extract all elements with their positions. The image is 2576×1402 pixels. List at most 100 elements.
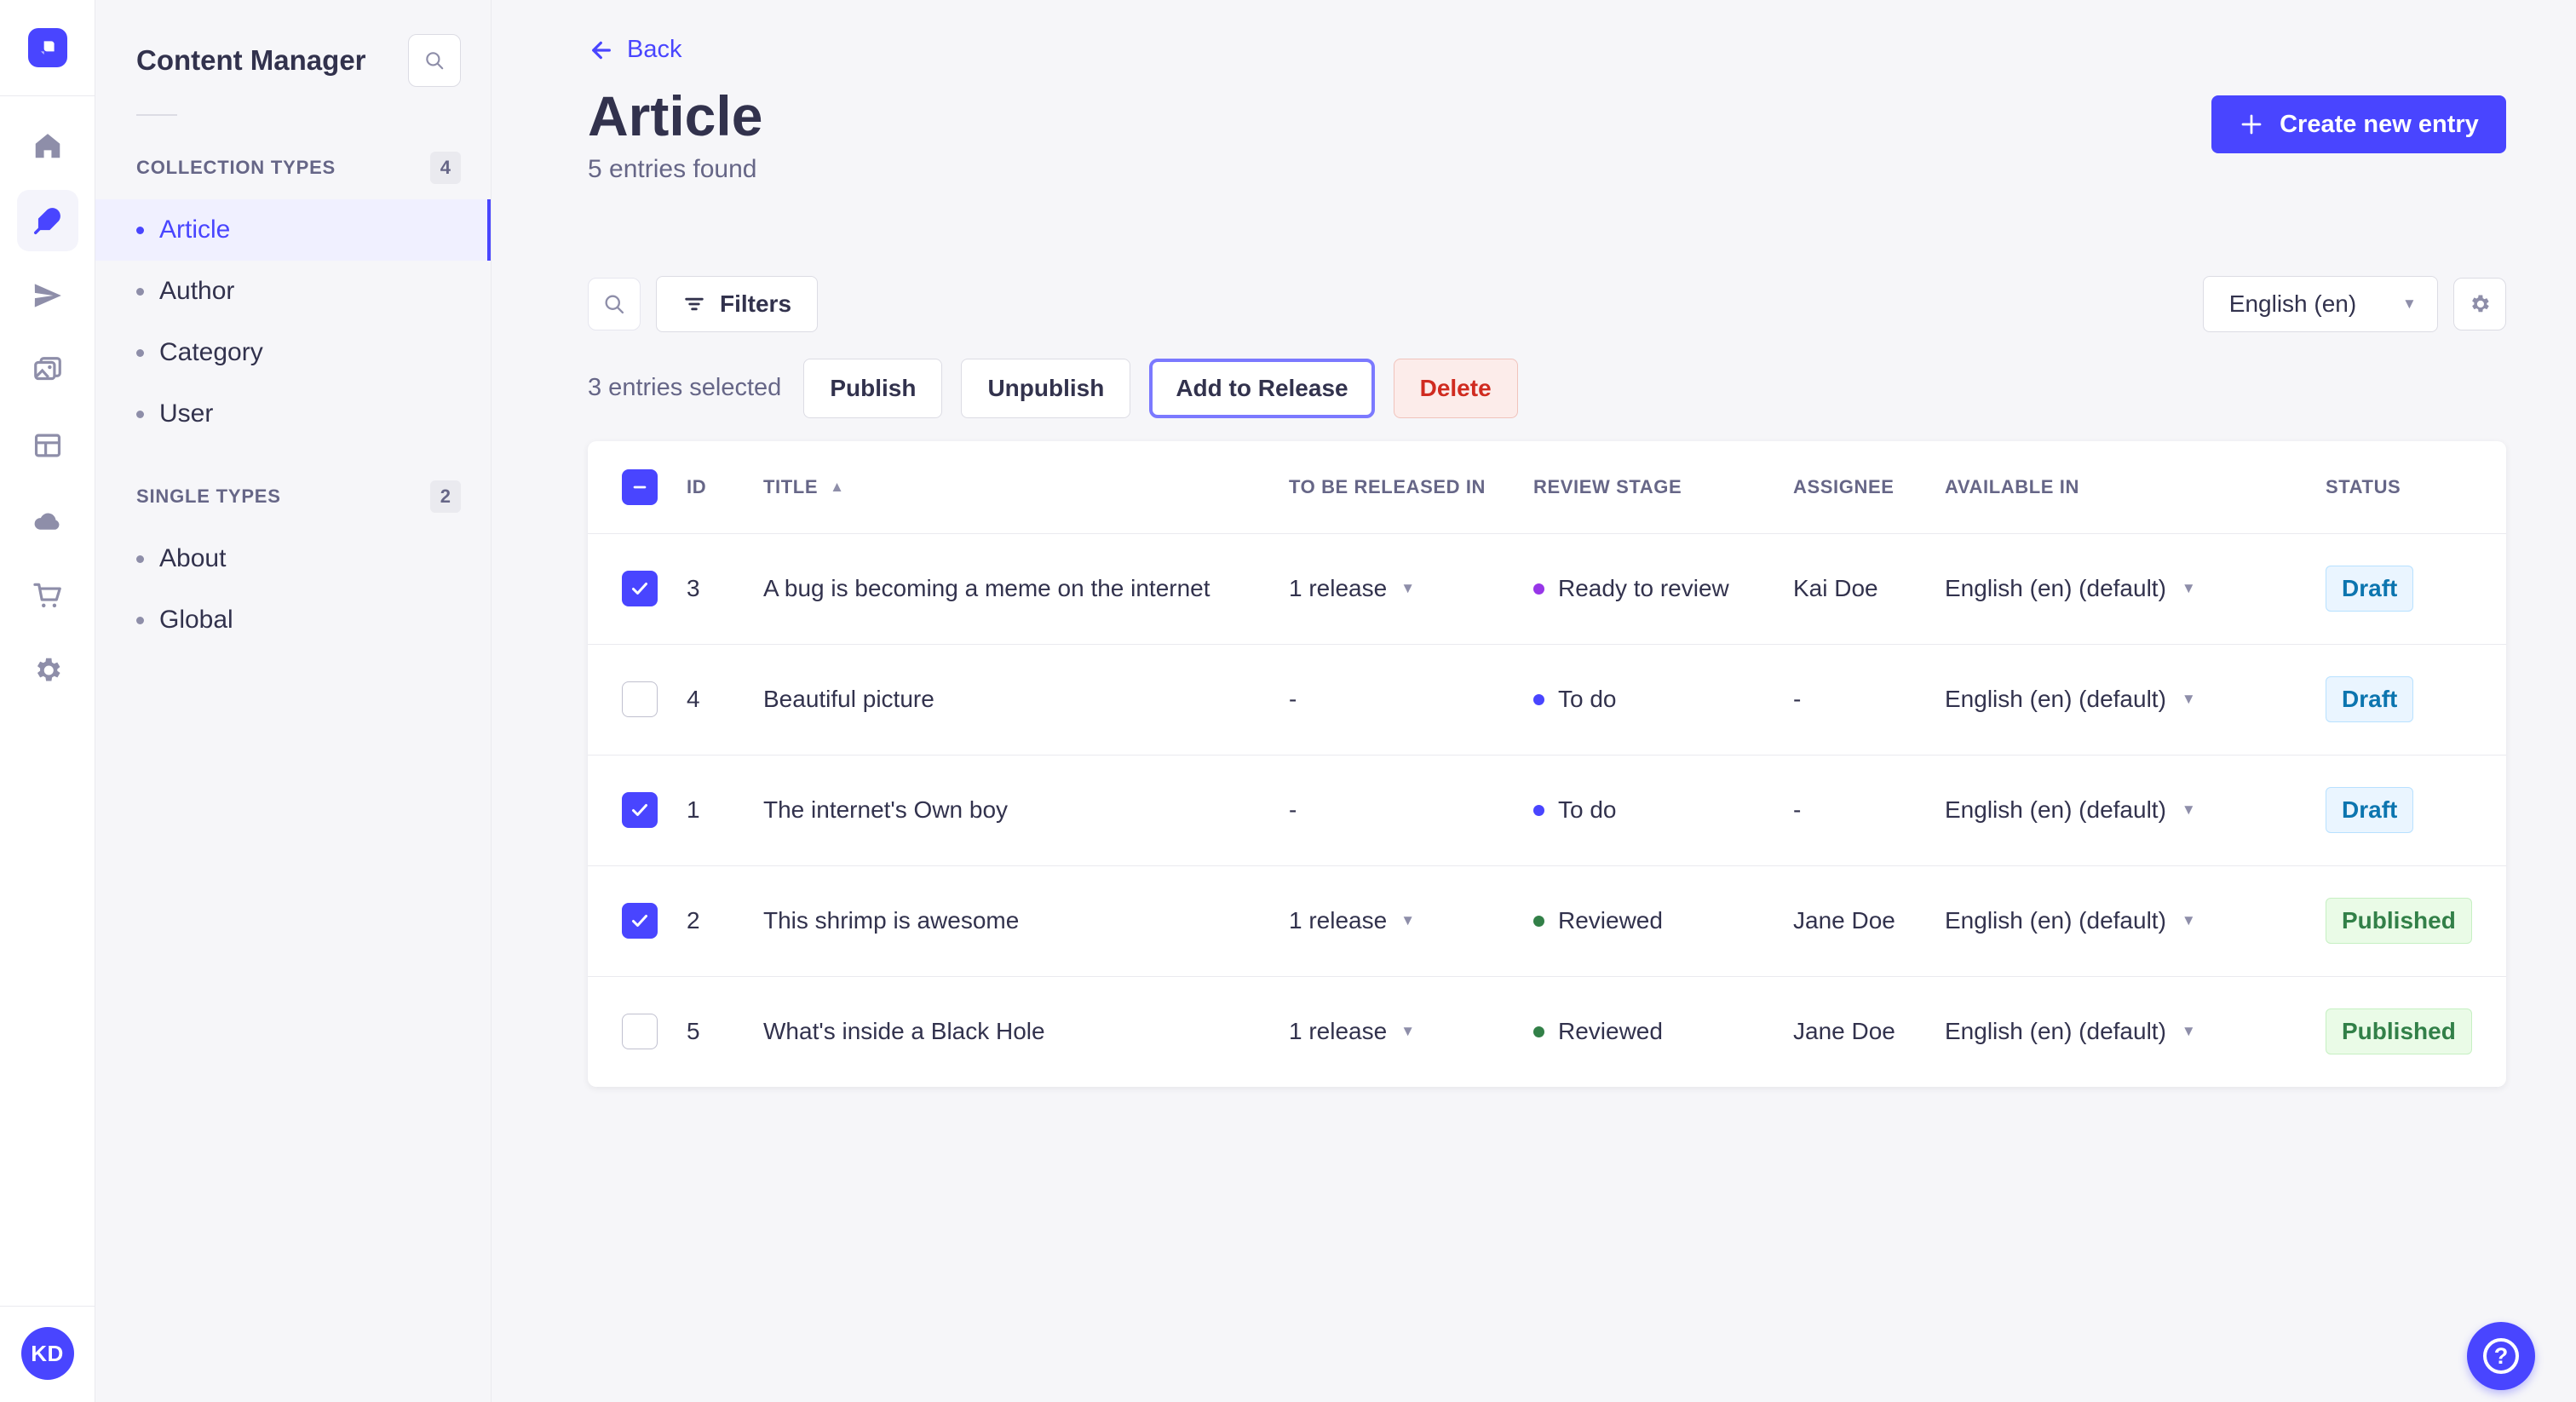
locale-select-value: English (en) xyxy=(2228,290,2357,317)
bullet-icon xyxy=(136,287,144,296)
arrow-left-icon xyxy=(592,41,611,59)
chevron-down-icon: ▼ xyxy=(2401,295,2417,312)
subnav-search-button[interactable] xyxy=(408,34,461,87)
subnav-item-article[interactable]: Article xyxy=(95,199,491,261)
locale-select[interactable]: English (en) ▼ xyxy=(2202,275,2438,332)
nav-releases-icon[interactable] xyxy=(17,265,78,326)
subnav-item-author[interactable]: Author xyxy=(95,261,491,322)
collection-types-section: COLLECTION TYPES 4 Article Author Catego… xyxy=(95,152,491,445)
column-header-to-be-released-in[interactable]: TO BE RELEASED IN xyxy=(1289,476,1533,498)
content-manager-subnav: Content Manager COLLECTION TYPES 4 Artic… xyxy=(95,0,492,1402)
cell-available-in[interactable]: English (en) (default) ▼ xyxy=(1945,1018,2326,1045)
cell-assignee: - xyxy=(1793,686,1802,712)
cell-available-in[interactable]: English (en) (default) ▼ xyxy=(1945,686,2326,713)
nav-cloud-icon[interactable] xyxy=(17,490,78,551)
cell-assignee: Jane Doe xyxy=(1793,1018,1895,1044)
row-checkbox[interactable] xyxy=(622,903,658,939)
strapi-logo-icon[interactable] xyxy=(27,28,67,67)
locale-caret-icon: ▼ xyxy=(2181,912,2196,928)
row-checkbox[interactable] xyxy=(622,571,658,606)
stage-dot xyxy=(1533,804,1544,816)
locale-caret-icon: ▼ xyxy=(2181,1023,2196,1039)
cell-release[interactable]: 1 release ▼ xyxy=(1289,907,1533,934)
cell-review-stage: To do xyxy=(1533,796,1793,824)
subnav-item-about[interactable]: About xyxy=(95,528,491,589)
row-checkbox[interactable] xyxy=(622,792,658,828)
stage-dot xyxy=(1533,693,1544,705)
cell-review-stage: To do xyxy=(1533,686,1793,713)
subnav-item-label: Global xyxy=(159,606,233,634)
bullet-icon xyxy=(136,616,144,624)
create-new-entry-button[interactable]: Create new entry xyxy=(2211,95,2506,153)
single-types-label: SINGLE TYPES xyxy=(136,486,281,507)
nav-content-manager-icon[interactable] xyxy=(16,190,78,251)
cell-available-in[interactable]: English (en) (default) ▼ xyxy=(1945,575,2326,602)
main-nav-rail: KD xyxy=(0,0,95,1402)
column-header-id[interactable]: ID xyxy=(687,476,763,498)
cell-review-stage: Reviewed xyxy=(1533,1018,1793,1045)
table-row[interactable]: 2 This shrimp is awesome 1 release ▼ Revi… xyxy=(588,865,2506,976)
nav-home-icon[interactable] xyxy=(17,115,78,176)
cell-release[interactable]: 1 release ▼ xyxy=(1289,575,1533,602)
rail-divider xyxy=(0,1306,95,1307)
locale-caret-icon: ▼ xyxy=(2181,691,2196,707)
cell-title: The internet's Own boy xyxy=(763,796,1009,823)
column-header-review-stage[interactable]: REVIEW STAGE xyxy=(1533,476,1793,498)
subnav-item-label: Category xyxy=(159,338,263,366)
subnav-item-label: User xyxy=(159,399,214,428)
column-header-title[interactable]: TITLE ▲ xyxy=(763,476,1289,498)
view-settings-button[interactable] xyxy=(2452,277,2506,330)
minus-icon xyxy=(633,486,647,488)
entries-table: ID TITLE ▲ TO BE RELEASED IN REVIEW STAGE… xyxy=(588,440,2506,1087)
list-search-button[interactable] xyxy=(588,277,641,330)
nav-marketplace-icon[interactable] xyxy=(17,565,78,626)
table-row[interactable]: 4 Beautiful picture -▼ To do - English (… xyxy=(588,643,2506,755)
column-header-status[interactable]: STATUS xyxy=(2326,476,2472,498)
cell-assignee: Kai Doe xyxy=(1793,575,1878,601)
user-avatar[interactable]: KD xyxy=(20,1327,74,1380)
select-all-checkbox[interactable] xyxy=(622,468,658,505)
table-row[interactable]: 3 A bug is becoming a meme on the intern… xyxy=(588,532,2506,644)
delete-button[interactable]: Delete xyxy=(1393,358,1518,418)
locale-caret-icon: ▼ xyxy=(2181,580,2196,596)
row-checkbox[interactable] xyxy=(622,681,658,717)
gear-icon xyxy=(2471,295,2489,312)
subnav-item-user[interactable]: User xyxy=(95,383,491,445)
cell-review-stage: Reviewed xyxy=(1533,907,1793,934)
subnav-item-category[interactable]: Category xyxy=(95,322,491,383)
subnav-item-global[interactable]: Global xyxy=(95,589,491,651)
status-badge: Draft xyxy=(2326,787,2414,833)
help-button[interactable]: ? xyxy=(2467,1322,2535,1390)
cell-assignee: - xyxy=(1793,796,1802,823)
nav-media-library-icon[interactable] xyxy=(17,340,78,401)
cell-id: 5 xyxy=(687,1018,700,1044)
table-header-row: ID TITLE ▲ TO BE RELEASED IN REVIEW STAGE… xyxy=(588,441,2506,533)
table-row[interactable]: 5 What's inside a Black Hole 1 release ▼ … xyxy=(588,975,2506,1087)
nav-settings-icon[interactable] xyxy=(17,640,78,701)
release-caret-icon: ▼ xyxy=(1400,912,1416,928)
table-row[interactable]: 1 The internet's Own boy -▼ To do - Engl… xyxy=(588,754,2506,865)
bullet-icon xyxy=(136,348,144,357)
publish-button[interactable]: Publish xyxy=(803,358,943,418)
cell-release[interactable]: -▼ xyxy=(1289,686,1533,713)
release-caret-icon: ▼ xyxy=(1400,580,1416,596)
status-badge: Draft xyxy=(2326,676,2414,722)
entries-count: 5 entries found xyxy=(588,154,757,183)
row-checkbox[interactable] xyxy=(622,1014,658,1049)
bullet-icon xyxy=(136,226,144,234)
single-types-section: SINGLE TYPES 2 About Global xyxy=(95,480,491,651)
add-to-release-button[interactable]: Add to Release xyxy=(1149,358,1375,418)
search-icon xyxy=(605,295,624,313)
cell-release[interactable]: 1 release ▼ xyxy=(1289,1018,1533,1045)
unpublish-button[interactable]: Unpublish xyxy=(961,358,1131,418)
cell-available-in[interactable]: English (en) (default) ▼ xyxy=(1945,907,2326,934)
nav-content-type-builder-icon[interactable] xyxy=(17,415,78,476)
cell-assignee: Jane Doe xyxy=(1793,907,1895,934)
filters-button[interactable]: Filters xyxy=(656,275,819,332)
cell-release[interactable]: -▼ xyxy=(1289,796,1533,824)
column-header-available-in[interactable]: AVAILABLE IN xyxy=(1945,476,2326,498)
cell-available-in[interactable]: English (en) (default) ▼ xyxy=(1945,796,2326,824)
back-link[interactable]: Back xyxy=(588,36,681,64)
column-header-assignee[interactable]: ASSIGNEE xyxy=(1793,476,1945,498)
create-new-entry-label: Create new entry xyxy=(2280,110,2479,138)
